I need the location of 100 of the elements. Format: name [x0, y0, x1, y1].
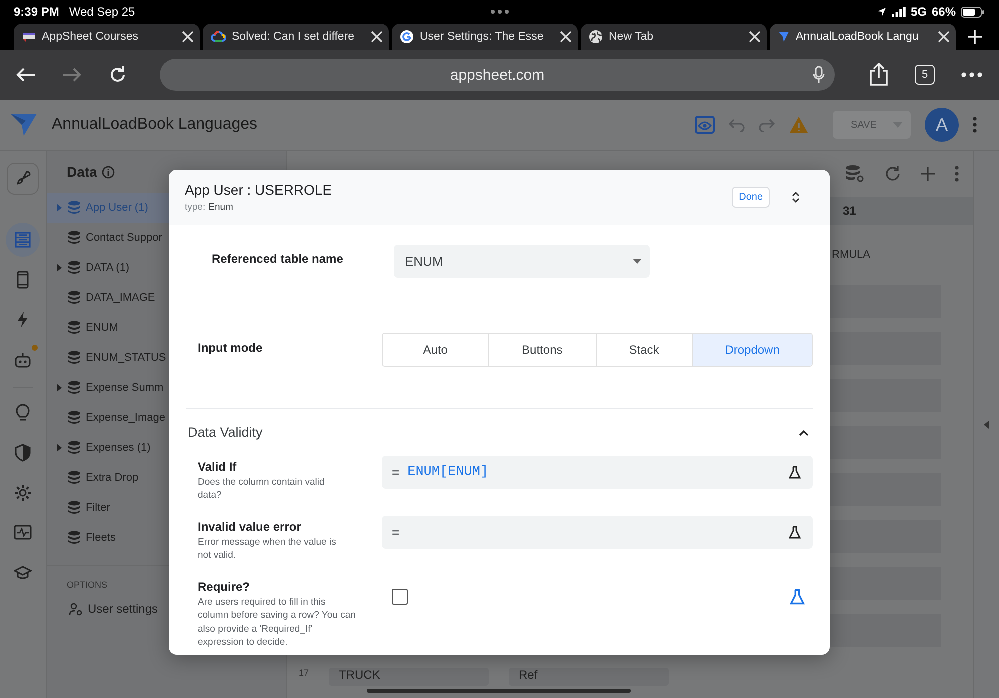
cap-icon [14, 564, 32, 582]
expand-caret-icon[interactable] [57, 204, 62, 212]
database-icon [68, 411, 81, 425]
reload-icon[interactable] [108, 65, 128, 85]
table-list-item[interactable]: Expense Summ [47, 373, 286, 403]
field-label: Require? [198, 580, 252, 594]
user-gear-icon [69, 602, 83, 616]
cloud-icon [211, 31, 226, 43]
add-icon[interactable] [921, 167, 935, 181]
database-icon [68, 291, 81, 305]
shield-icon [14, 444, 32, 462]
info-icon[interactable] [102, 166, 116, 178]
avatar[interactable]: A [925, 108, 959, 142]
robot-icon [14, 351, 32, 369]
browser-tab[interactable]: Solved: Can I set differe [203, 24, 389, 50]
close-icon[interactable] [749, 31, 761, 43]
checkbox[interactable] [392, 589, 408, 605]
row-number: 17 [299, 668, 310, 678]
google-g-icon [400, 30, 414, 44]
battery-percent: 66% [932, 5, 956, 19]
database-icon [68, 201, 81, 215]
signal-icon [892, 7, 906, 17]
refresh-icon[interactable] [885, 166, 901, 182]
save-button[interactable]: SAVE [833, 111, 911, 139]
formula-field[interactable]: = [382, 516, 813, 549]
gear-icon [14, 484, 32, 502]
table-select[interactable]: ENUM [394, 245, 650, 278]
share-icon[interactable] [869, 63, 889, 87]
database-icon [68, 501, 81, 515]
browser-tab[interactable]: User Settings: The Esse [392, 24, 578, 50]
database-icon [68, 531, 81, 545]
expand-caret-icon[interactable] [57, 264, 62, 272]
more-vertical-icon[interactable] [955, 166, 959, 182]
field-description: Does the column contain valid data? [198, 476, 326, 503]
nav-item[interactable] [7, 163, 39, 195]
table-list-item[interactable]: ENUM [47, 313, 286, 343]
nav-item[interactable] [6, 223, 40, 257]
database-icon [68, 231, 81, 245]
forward-arrow-icon[interactable] [62, 67, 82, 83]
database-icon [68, 441, 81, 455]
browser-tab[interactable]: AnnualLoadBook Langu [770, 24, 956, 50]
database-settings-icon[interactable] [845, 165, 865, 183]
field-label: Invalid value error [198, 520, 302, 534]
browser-tab[interactable]: New Tab [581, 24, 767, 50]
more-vertical-icon[interactable] [973, 117, 977, 133]
database-icon [68, 351, 81, 365]
table-cell[interactable]: TRUCK [329, 668, 490, 686]
field-label: Input mode [198, 340, 264, 355]
section-header[interactable]: Data Validity [186, 409, 813, 456]
dropdown-caret-icon [633, 259, 642, 264]
address-bar[interactable]: appsheet.com [160, 59, 835, 91]
expand-caret-icon[interactable] [57, 384, 62, 392]
tab-switcher-button[interactable]: 5 [915, 65, 935, 85]
location-arrow-icon [876, 7, 887, 17]
tab-title: User Settings: The Esse [420, 31, 545, 43]
data-icon [14, 231, 32, 249]
collapse-arrow-icon[interactable] [984, 420, 989, 428]
preview-icon[interactable] [695, 116, 715, 134]
more-icon[interactable] [961, 72, 983, 78]
type-label: type: [185, 202, 206, 213]
network-type: 5G [910, 5, 927, 19]
table-cell[interactable]: Ref [509, 668, 670, 686]
url-text: appsheet.com [450, 66, 545, 84]
section-heading: OPTIONS [67, 580, 108, 590]
field-label: Referenced table name [212, 251, 344, 266]
globe-icon [589, 30, 603, 44]
battery-icon [961, 6, 985, 18]
tab-title: AnnualLoadBook Langu [796, 31, 920, 43]
save-label: SAVE [851, 120, 877, 130]
tab-title: New Tab [609, 31, 655, 43]
browser-tab[interactable]: AppSheet Courses [14, 24, 200, 50]
new-tab-icon[interactable] [967, 29, 983, 45]
formula-field[interactable]: = ENUM[ENUM] [382, 456, 813, 489]
expand-caret-icon[interactable] [57, 444, 62, 452]
table-list-item[interactable]: DATA_IMAGE [47, 283, 286, 313]
date: Wed Sep 25 [69, 5, 136, 19]
clock-time: 9:39 PM [14, 5, 60, 19]
close-icon[interactable] [938, 31, 950, 43]
database-icon [68, 381, 81, 395]
flask-icon[interactable] [789, 526, 801, 539]
app-title: AnnualLoadBook Languages [52, 116, 258, 134]
app-logo-icon [10, 113, 38, 137]
column-count: 31 [843, 204, 856, 218]
expand-collapse-icon[interactable] [792, 191, 800, 204]
column-header: RMULA [832, 249, 871, 261]
table-list-item[interactable]: Contact Suppor [47, 223, 286, 253]
options-item[interactable]: User settings [69, 602, 158, 616]
database-icon [68, 321, 81, 335]
close-icon[interactable] [371, 31, 383, 43]
back-arrow-icon[interactable] [16, 67, 36, 83]
monitor-icon [14, 524, 32, 542]
flask-icon[interactable] [789, 466, 801, 479]
panel-title: Data [67, 164, 98, 180]
database-icon [68, 261, 81, 275]
close-icon[interactable] [560, 31, 572, 43]
close-icon[interactable] [182, 31, 194, 43]
field-description: Are users required to fill in this column before saving a row? You can also provide a 'Required_If' expression to decide. [198, 596, 357, 650]
done-button[interactable]: Done [732, 187, 770, 208]
microphone-icon[interactable] [813, 66, 825, 84]
flag-icon [22, 31, 36, 43]
